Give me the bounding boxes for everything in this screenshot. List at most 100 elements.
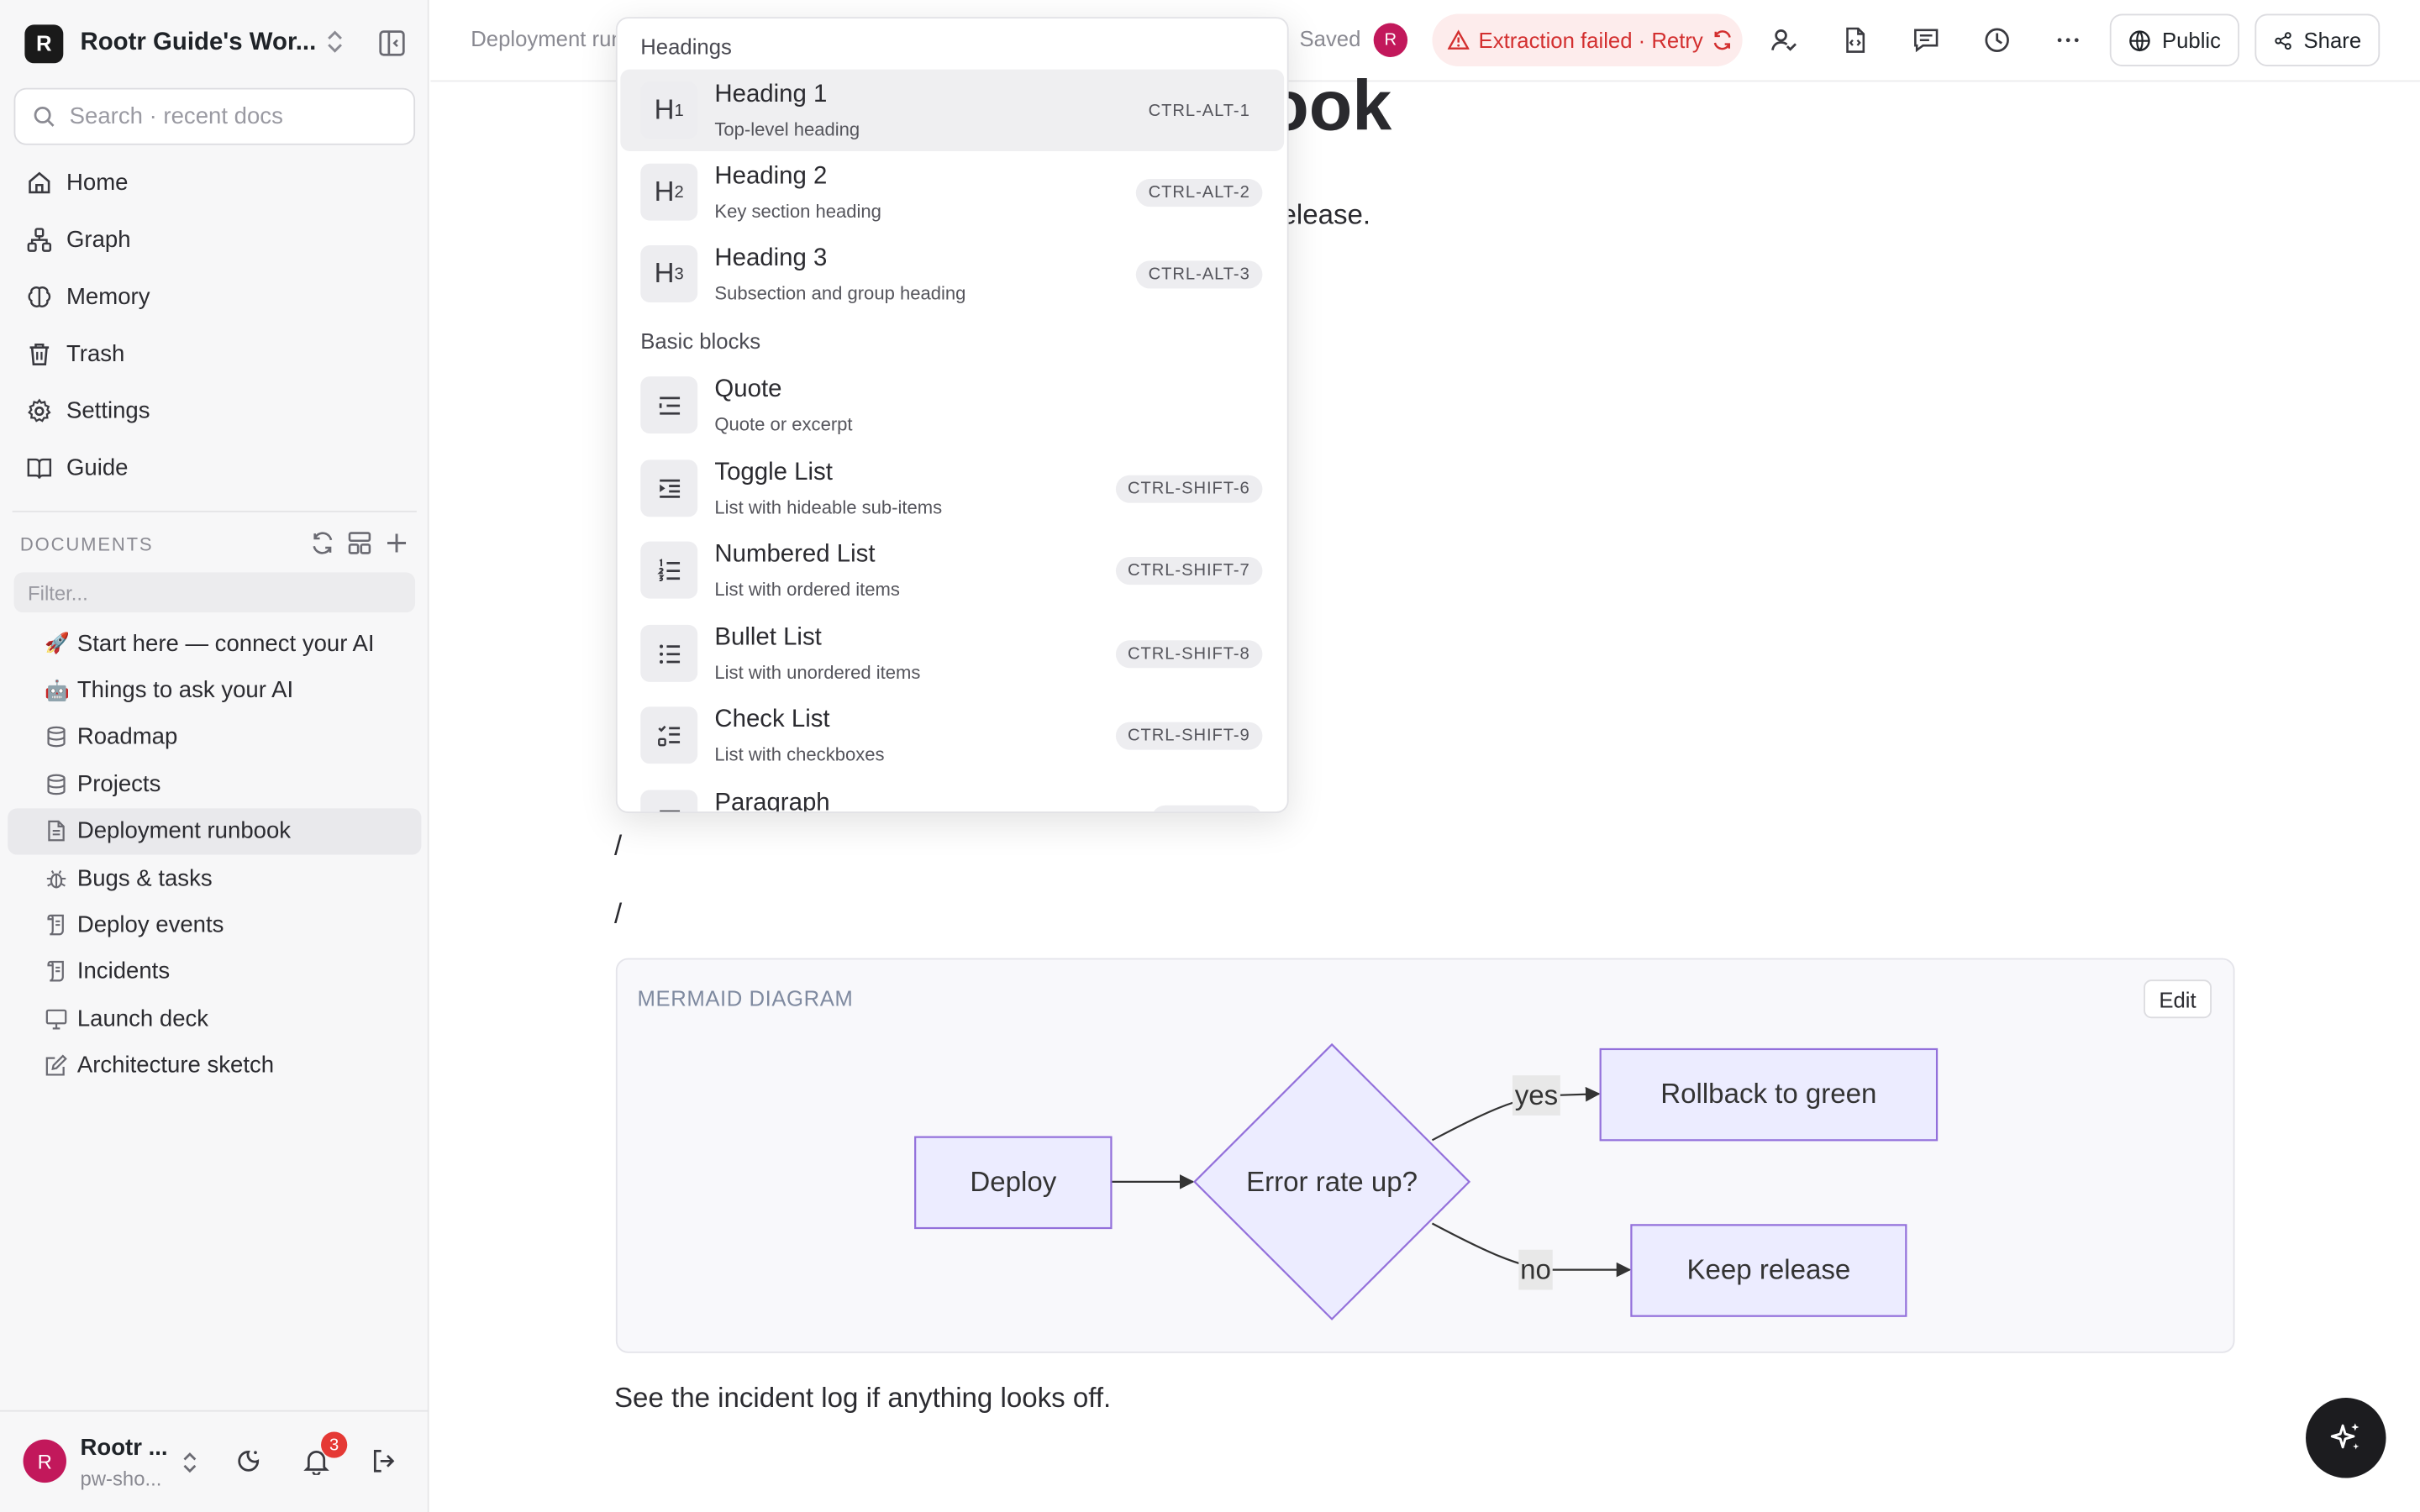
warning-icon [1447,29,1470,50]
tile-letter: H [654,257,675,289]
menu-group-label: Headings [640,34,732,59]
collaborator-avatar[interactable]: R [1373,23,1408,57]
document-label: Launch deck [76,1005,209,1032]
menu-item-desc: Subsection and group heading [714,282,966,304]
menu-item-heading-3[interactable]: H3 Heading 3 Subsection and group headin… [620,233,1284,314]
documents-header: DOCUMENTS [20,528,409,561]
menu-item-name: Numbered List [714,541,876,568]
code-file-icon[interactable] [1841,26,1869,61]
refresh-icon[interactable] [310,531,334,555]
node-deploy-label: Deploy [970,1167,1056,1198]
document-label: Deploy events [76,911,224,938]
chevron-up-down-icon[interactable] [324,28,346,63]
avatar[interactable]: R [23,1439,66,1483]
comment-icon[interactable] [1912,26,1940,61]
menu-item-desc: List with ordered items [714,578,900,601]
share-label: Share [2303,28,2362,53]
slash-command-menu: Headings H1 Heading 1 Top-level heading … [615,17,1289,813]
ai-assistant-button[interactable] [2306,1398,2386,1478]
document-item-active[interactable]: Deployment runbook [8,807,422,855]
heading-2-icon: H2 [640,163,698,221]
tile-sub: 3 [674,264,684,284]
globe-icon [2129,29,2150,51]
menu-item-numbered-list[interactable]: Numbered List List with ordered items CT… [620,529,1284,611]
nav-item-guide[interactable]: Guide [13,439,417,496]
workspace-switcher[interactable]: R Rootr Guide's Wor... [24,22,408,65]
sketch-icon [45,1054,72,1078]
share-icon [2275,31,2291,50]
log-icon [45,960,72,984]
nav-item-trash[interactable]: Trash [13,326,417,383]
chevron-up-down-icon[interactable] [181,1450,199,1483]
document-icon [45,820,72,843]
extraction-retry-button[interactable]: Extraction failed · Retry [1432,13,1743,66]
menu-item-toggle-list[interactable]: Toggle List List with hideable sub-items… [620,448,1284,529]
document-item[interactable]: Incidents [8,948,421,995]
menu-item-name: Quote [714,376,782,403]
document-item[interactable]: Bugs & tasks [8,854,421,901]
nav-item-memory[interactable]: Memory [13,269,417,326]
home-icon [29,171,50,194]
refresh-icon [1712,30,1730,50]
menu-item-name: Bullet List [714,624,822,652]
menu-item-heading-2[interactable]: H2 Heading 2 Key section heading CTRL-AL… [620,151,1284,233]
template-icon[interactable] [347,531,371,555]
share-button[interactable]: Share [2254,13,2381,66]
user-name[interactable]: Rootr ... [81,1435,168,1461]
slash-command-line[interactable]: / [614,830,622,863]
logout-icon[interactable] [371,1447,398,1483]
node-rollback-label: Rollback to green [1660,1079,1876,1110]
document-paragraph[interactable]: elease. [1281,199,1370,232]
sidebar: R Rootr Guide's Wor... Search · recent d… [0,0,429,1512]
heading-1-icon: H1 [640,81,698,139]
history-icon[interactable] [1983,26,2011,61]
sidebar-divider [12,510,417,512]
more-options-icon[interactable] [2054,26,2082,61]
add-document-icon[interactable] [384,531,408,555]
document-item[interactable]: 🤖 Things to ask your AI [8,667,421,714]
bullet-list-icon [640,624,698,682]
document-label: Bugs & tasks [76,864,213,891]
document-item[interactable]: Architecture sketch [8,1042,421,1089]
menu-item-check-list[interactable]: Check List List with checkboxes CTRL-SHI… [620,695,1284,776]
workspace-logo: R [24,24,64,63]
bug-icon [45,867,72,890]
extraction-error-text: Extraction failed · Retry [1478,28,1703,53]
documents-filter-input[interactable]: Filter... [13,572,416,613]
sparkle-icon [2330,1423,2360,1450]
document-item[interactable]: 🚀 Start here — connect your AI [8,620,421,667]
menu-item-heading-1[interactable]: H1 Heading 1 Top-level heading CTRL-ALT-… [620,69,1285,151]
document-item[interactable]: Roadmap [8,714,421,761]
menu-item-name: Heading 1 [714,81,828,108]
menu-item-desc: Top-level heading [714,118,860,141]
assign-user-icon[interactable] [1770,26,1798,61]
document-item[interactable]: Projects [8,761,421,808]
menu-item-paragraph[interactable]: Paragraph [620,778,1284,812]
node-keep-label: Keep release [1686,1255,1850,1286]
document-item[interactable]: Deploy events [8,901,421,948]
menu-item-desc: List with unordered items [714,661,921,684]
notification-badge: 3 [321,1431,348,1458]
document-label: Roadmap [76,724,178,751]
nav-item-graph[interactable]: Graph [13,212,417,269]
menu-item-desc: List with checkboxes [714,743,885,766]
nav-label: Memory [66,283,150,311]
menu-item-name: Check List [714,706,830,733]
sidebar-collapse-icon[interactable] [378,29,406,65]
shortcut-badge: CTRL-SHIFT-7 [1115,557,1263,585]
search-input[interactable]: Search · recent docs [13,87,416,145]
menu-item-name: Heading 2 [714,163,828,190]
document-label: Architecture sketch [76,1053,275,1079]
nav-item-settings[interactable]: Settings [13,383,417,440]
nav-item-home[interactable]: Home [13,155,417,212]
document-item[interactable]: Launch deck [8,995,421,1042]
check-list-icon [640,706,698,764]
menu-item-quote[interactable]: Quote Quote or excerpt [620,364,1284,445]
theme-toggle-icon[interactable] [234,1447,262,1483]
public-button[interactable]: Public [2109,13,2240,66]
document-paragraph[interactable]: See the incident log if anything looks o… [614,1383,1111,1415]
menu-item-bullet-list[interactable]: Bullet List List with unordered items CT… [620,612,1284,694]
slash-command-line[interactable]: / [614,898,622,931]
menu-item-name: Heading 3 [714,245,828,272]
shortcut-badge: CTRL-ALT-2 [1135,179,1263,207]
